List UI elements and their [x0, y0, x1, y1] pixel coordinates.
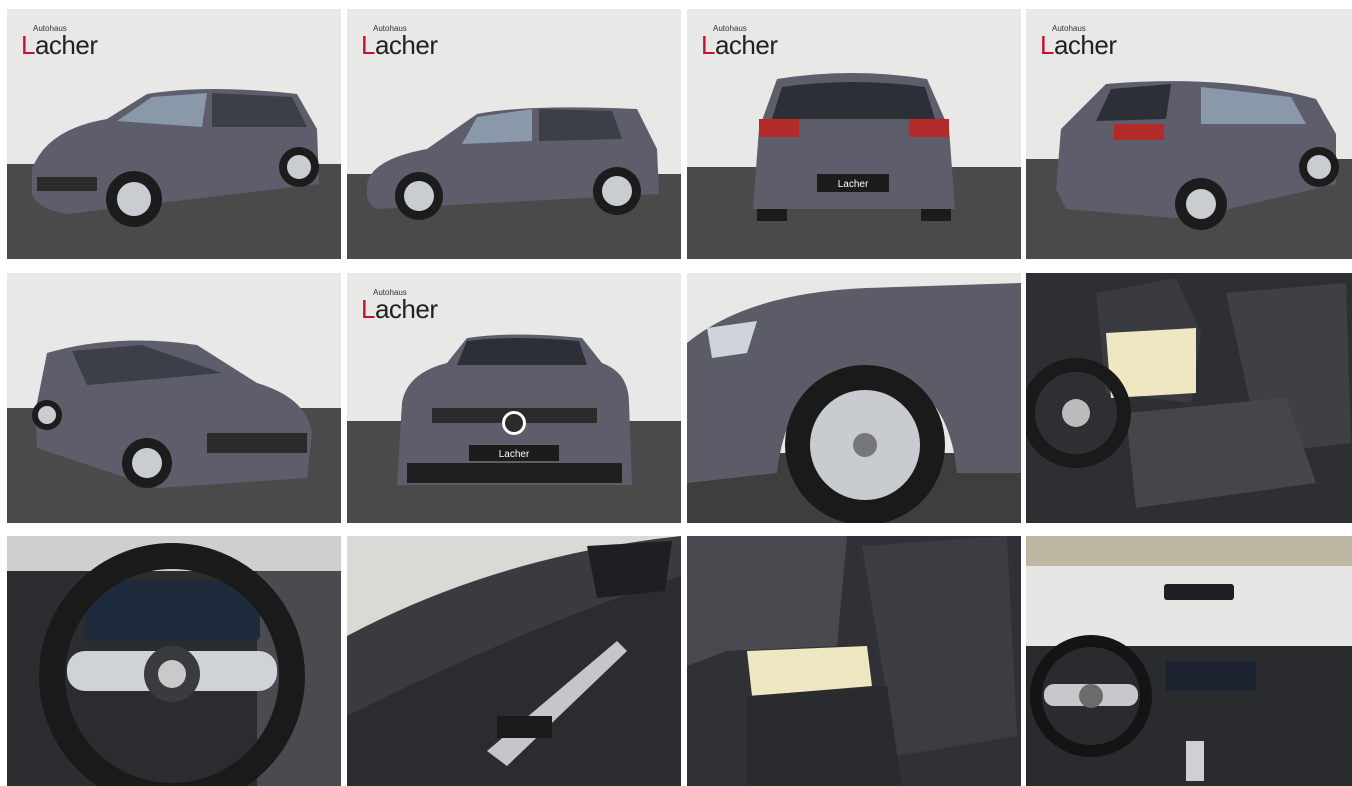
logo-name: acher — [714, 30, 778, 60]
dealer-logo: Autohaus Lacher — [701, 25, 778, 60]
gallery-thumb-6[interactable]: Lacher Autohaus Lacher — [347, 273, 681, 523]
logo-initial: L — [1040, 30, 1054, 60]
logo-name: acher — [374, 294, 438, 324]
plate-text: Lacher — [499, 449, 530, 460]
logo-initial: L — [21, 30, 35, 60]
plate-text: Lacher — [838, 179, 869, 190]
gallery-thumb-9[interactable] — [7, 536, 341, 786]
wheel-detail-image — [687, 273, 1021, 523]
gallery-thumb-8[interactable] — [1026, 273, 1352, 523]
gallery-thumb-3[interactable]: Lacher Autohaus Lacher — [687, 9, 1021, 259]
door-panel-image — [347, 536, 681, 786]
logo-initial: L — [361, 294, 375, 324]
gallery-thumb-1[interactable]: Autohaus Lacher — [7, 9, 341, 259]
dealer-logo: Autohaus Lacher — [361, 25, 438, 60]
logo-name: acher — [34, 30, 98, 60]
rear-seats-image — [687, 536, 1021, 786]
gallery-thumb-4[interactable]: Autohaus Lacher — [1026, 9, 1352, 259]
driver-seat-image — [1026, 273, 1352, 523]
dealer-logo: Autohaus Lacher — [21, 25, 98, 60]
photo-gallery: Autohaus Lacher Autohaus Lacher Lacher A… — [7, 9, 1352, 786]
gallery-thumb-5[interactable] — [7, 273, 341, 523]
steering-wheel-image — [7, 536, 341, 786]
logo-name: acher — [1053, 30, 1117, 60]
dealer-logo: Autohaus Lacher — [1040, 25, 1117, 60]
gallery-thumb-12[interactable] — [1026, 536, 1352, 786]
dashboard-image — [1026, 536, 1352, 786]
logo-name: acher — [374, 30, 438, 60]
gallery-thumb-10[interactable] — [347, 536, 681, 786]
gallery-thumb-2[interactable]: Autohaus Lacher — [347, 9, 681, 259]
dealer-logo: Autohaus Lacher — [361, 289, 438, 324]
gallery-thumb-7[interactable] — [687, 273, 1021, 523]
logo-initial: L — [701, 30, 715, 60]
logo-initial: L — [361, 30, 375, 60]
gallery-thumb-11[interactable] — [687, 536, 1021, 786]
car-front-right-image — [7, 273, 341, 523]
